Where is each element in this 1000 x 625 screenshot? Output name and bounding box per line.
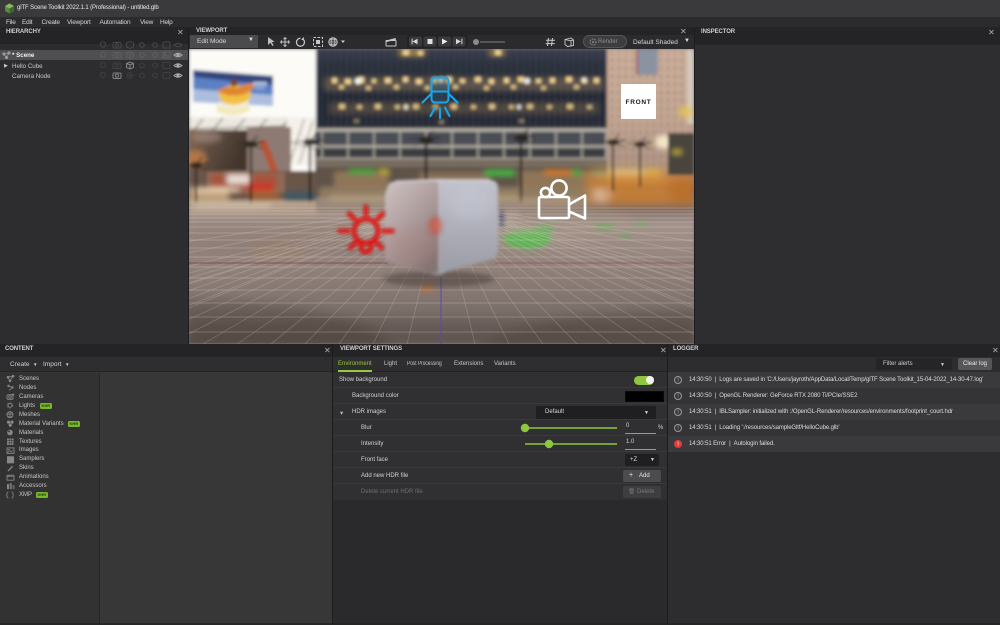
svg-text:FRONT: FRONT [626,99,652,106]
